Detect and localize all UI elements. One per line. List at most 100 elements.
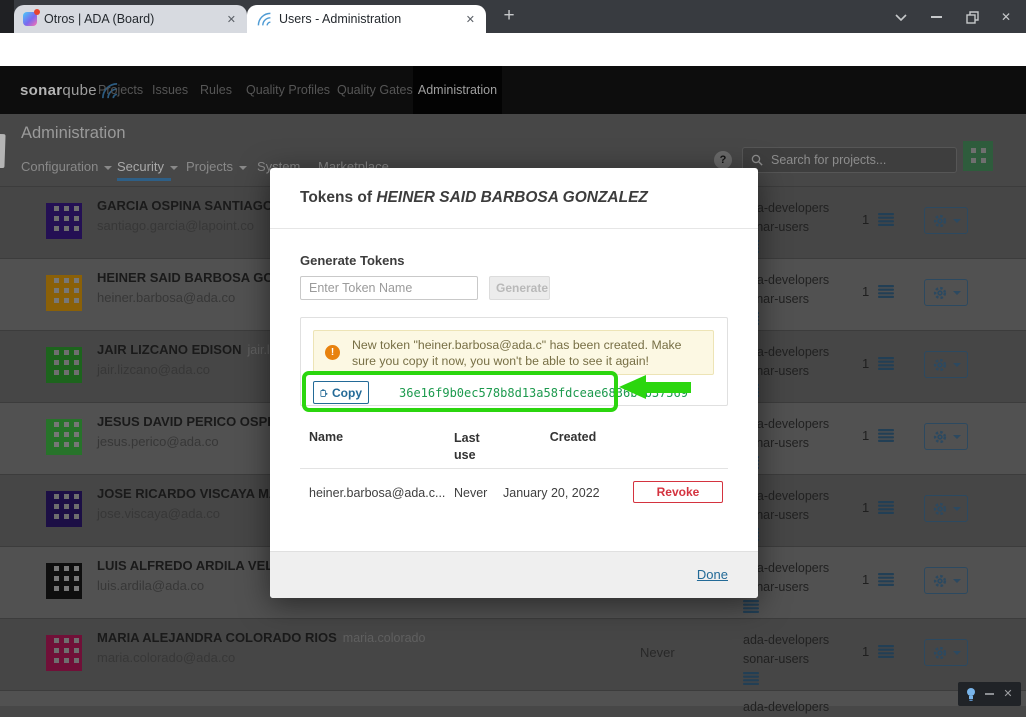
gear-icon [932, 357, 948, 373]
user-settings-button[interactable] [924, 279, 968, 306]
tokens-list-icon[interactable] [878, 645, 894, 658]
annotation-arrow-shaft [645, 382, 691, 393]
done-link[interactable]: Done [697, 567, 728, 582]
user-name: JOSE RICARDO VISCAYA MAR [97, 486, 288, 501]
groups-list-icon[interactable] [743, 672, 759, 685]
token-created-cell: January 20, 2022 [503, 486, 600, 500]
tokens-count: 1 [862, 356, 869, 371]
user-row-partial: ada-developers [0, 690, 1026, 706]
group-label: sonar-users [743, 650, 829, 669]
browser-toolbar: ← → ↻ No seguro | 10.1.40.171:9000/admin… [0, 33, 1026, 66]
titlebar-corner [0, 0, 14, 33]
token-name-cell: heiner.barbosa@ada.c... [309, 486, 445, 500]
token-last-use-cell: Never [454, 486, 487, 500]
user-email: maria.colorado@ada.co [97, 650, 425, 665]
chevron-down-icon [953, 507, 961, 511]
clickup-favicon [23, 12, 37, 26]
user-settings-button[interactable] [924, 639, 968, 666]
sonarqube-favicon [256, 11, 272, 27]
generate-tokens-heading: Generate Tokens [300, 253, 405, 268]
search-input[interactable] [769, 152, 933, 168]
project-search-box[interactable] [742, 147, 957, 173]
user-settings-button[interactable] [924, 351, 968, 378]
group-label: ada-developers [743, 698, 829, 717]
tokens-list-icon[interactable] [878, 501, 894, 514]
user-identicon-avatar [46, 347, 82, 383]
tokens-list-icon[interactable] [878, 357, 894, 370]
user-settings-button[interactable] [924, 423, 968, 450]
browser-tab-otros[interactable]: Otros | ADA (Board) ✕ [14, 5, 247, 33]
user-name: MARIA ALEJANDRA COLORADO RIOS [97, 630, 337, 645]
active-tab-underline [117, 178, 171, 181]
tokens-count: 1 [862, 572, 869, 587]
screenshot-tool-widget: ✕ [958, 682, 1021, 706]
user-name: GARCIA OSPINA SANTIAGO [97, 198, 273, 213]
tab-search-chevron-icon[interactable] [895, 9, 907, 25]
nav-item-rules[interactable]: Rules [200, 66, 232, 114]
user-avatar[interactable] [963, 141, 993, 171]
user-name: JAIR LIZCANO EDISON [97, 342, 241, 357]
user-identicon-avatar [46, 203, 82, 239]
nav-item-projects[interactable]: Projects [98, 66, 143, 114]
restore-window-icon[interactable] [966, 9, 979, 25]
browser-tab-users-administration[interactable]: Users - Administration ✕ [247, 5, 486, 33]
groups-list-icon[interactable] [743, 600, 759, 613]
help-icon[interactable]: ? [714, 151, 732, 169]
token-name-input[interactable] [300, 276, 478, 300]
tab-title: Users - Administration [279, 12, 456, 26]
user-email: jose.viscaya@ada.co [97, 506, 288, 521]
minimize-window-icon[interactable] [931, 9, 942, 25]
tokens-count: 1 [862, 284, 869, 299]
user-identicon-avatar [46, 563, 82, 599]
tab-projects[interactable]: Projects [186, 157, 247, 177]
user-settings-button[interactable] [924, 207, 968, 234]
new-tab-button[interactable]: + [497, 4, 521, 28]
generate-button[interactable]: Generate [489, 276, 550, 300]
user-email: jair.lizcano@ada.co [97, 362, 292, 377]
tokens-list-icon[interactable] [878, 429, 894, 442]
col-header-created: Created [503, 430, 643, 444]
gear-icon [932, 429, 948, 445]
table-divider [300, 468, 728, 469]
user-settings-button[interactable] [924, 495, 968, 522]
col-header-last-use: Last use [454, 430, 492, 464]
group-label: ada-developers [743, 631, 829, 650]
browser-titlebar: Otros | ADA (Board) ✕ Users - Administra… [0, 0, 1026, 33]
warning-icon: ! [325, 345, 340, 360]
close-window-icon[interactable]: ✕ [1001, 9, 1011, 25]
nav-item-issues[interactable]: Issues [152, 66, 188, 114]
token-created-alert: ! New token "heiner.barbosa@ada.c" has b… [313, 330, 714, 375]
tokens-count: 1 [862, 212, 869, 227]
chevron-down-icon [953, 291, 961, 295]
tab-configuration[interactable]: Configuration [21, 157, 112, 177]
sonarqube-navbar: sonarqube Projects Issues Rules Quality … [0, 66, 1026, 114]
chevron-down-icon [953, 651, 961, 655]
chevron-down-icon [953, 219, 961, 223]
token-highlight-box [302, 371, 618, 412]
annotation-arrow-head [619, 375, 646, 399]
nav-item-administration[interactable]: Administration [413, 66, 502, 114]
user-email: luis.ardila@ada.co [97, 578, 290, 593]
clipped-element [0, 134, 6, 168]
lightbulb-icon[interactable] [966, 687, 976, 702]
user-name: JESUS DAVID PERICO OSPINO [97, 414, 290, 429]
revoke-button[interactable]: Revoke [633, 481, 723, 503]
user-identicon-avatar [46, 419, 82, 455]
user-identicon-avatar [46, 491, 82, 527]
chevron-down-icon [953, 579, 961, 583]
user-settings-button[interactable] [924, 567, 968, 594]
close-tab-icon[interactable]: ✕ [225, 13, 238, 26]
close-tool-icon[interactable]: ✕ [1003, 689, 1012, 700]
tokens-list-icon[interactable] [878, 213, 894, 226]
gear-icon [932, 501, 948, 517]
tokens-count: 1 [862, 644, 869, 659]
tokens-list-icon[interactable] [878, 573, 894, 586]
minimize-tool-icon[interactable] [985, 693, 994, 695]
tab-security[interactable]: Security [117, 157, 178, 177]
tokens-list-icon[interactable] [878, 285, 894, 298]
nav-item-quality-profiles[interactable]: Quality Profiles [246, 66, 330, 114]
close-tab-icon[interactable]: ✕ [464, 13, 477, 26]
user-identicon-avatar [46, 635, 82, 671]
gear-icon [932, 285, 948, 301]
nav-item-quality-gates[interactable]: Quality Gates [337, 66, 413, 114]
